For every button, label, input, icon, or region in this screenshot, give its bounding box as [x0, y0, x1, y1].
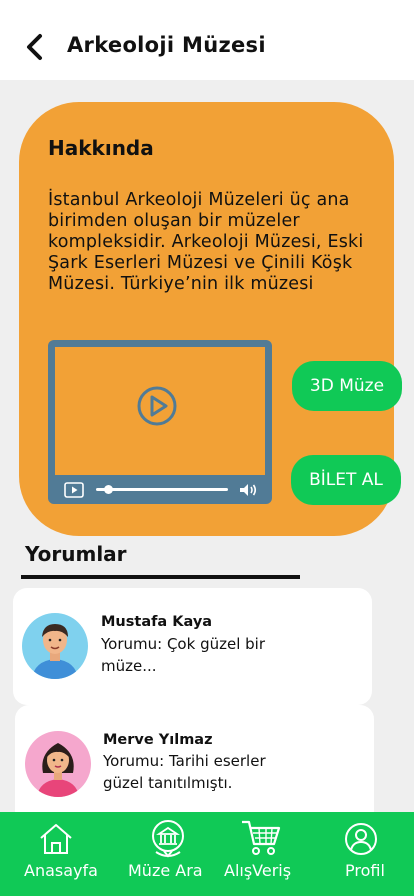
- nav-item-search-museum[interactable]: Müze Ara: [125, 812, 215, 896]
- about-title: Hakkında: [48, 136, 154, 160]
- user-icon: [345, 823, 377, 855]
- review-comment: Yorumu: Çok güzel bir müze...: [101, 635, 265, 675]
- nav-label-shopping: AlışVeriş: [224, 861, 292, 880]
- home-icon: [40, 824, 72, 854]
- nav-label-profile: Profil: [345, 861, 385, 880]
- nav-item-home[interactable]: Anasayfa: [20, 812, 110, 896]
- reviewer-name: Mustafa Kaya: [101, 614, 213, 630]
- video-progress-handle[interactable]: [104, 485, 113, 494]
- chevron-left-icon[interactable]: [22, 32, 50, 62]
- nav-label-search-museum: Müze Ara: [128, 861, 203, 880]
- nav-label-home: Anasayfa: [24, 861, 98, 880]
- page-title: Arkeoloji Müzesi: [67, 33, 266, 57]
- museum-location-icon: [152, 820, 184, 858]
- female-avatar-icon: [37, 743, 79, 797]
- reviews-divider: [21, 575, 300, 579]
- bottom-navigation: Anasayfa Müze Ara AlışVeriş Profil: [0, 812, 414, 896]
- avatar: [22, 613, 88, 679]
- reviews-heading: Yorumlar: [25, 542, 127, 566]
- male-avatar-icon: [32, 624, 78, 679]
- avatar: [25, 731, 91, 797]
- 3d-museum-button[interactable]: 3D Müze: [292, 361, 402, 411]
- review-comment: Yorumu: Tarihi eserler güzel tanıtılmışt…: [103, 752, 266, 792]
- video-player[interactable]: [48, 340, 272, 504]
- play-circle-icon[interactable]: [137, 386, 177, 426]
- app-header: Arkeoloji Müzesi: [0, 0, 414, 80]
- volume-icon[interactable]: [238, 482, 258, 498]
- about-description: İstanbul Arkeoloji Müzeleri üç ana birim…: [48, 190, 364, 294]
- nav-item-shopping[interactable]: AlışVeriş: [222, 812, 302, 896]
- play-control-icon[interactable]: [64, 482, 84, 498]
- nav-item-profile[interactable]: Profil: [330, 812, 402, 896]
- reviewer-name: Merve Yılmaz: [103, 732, 213, 748]
- video-progress-bar[interactable]: [96, 488, 228, 491]
- buy-ticket-button[interactable]: BİLET AL: [291, 455, 401, 505]
- shopping-cart-icon: [242, 820, 281, 855]
